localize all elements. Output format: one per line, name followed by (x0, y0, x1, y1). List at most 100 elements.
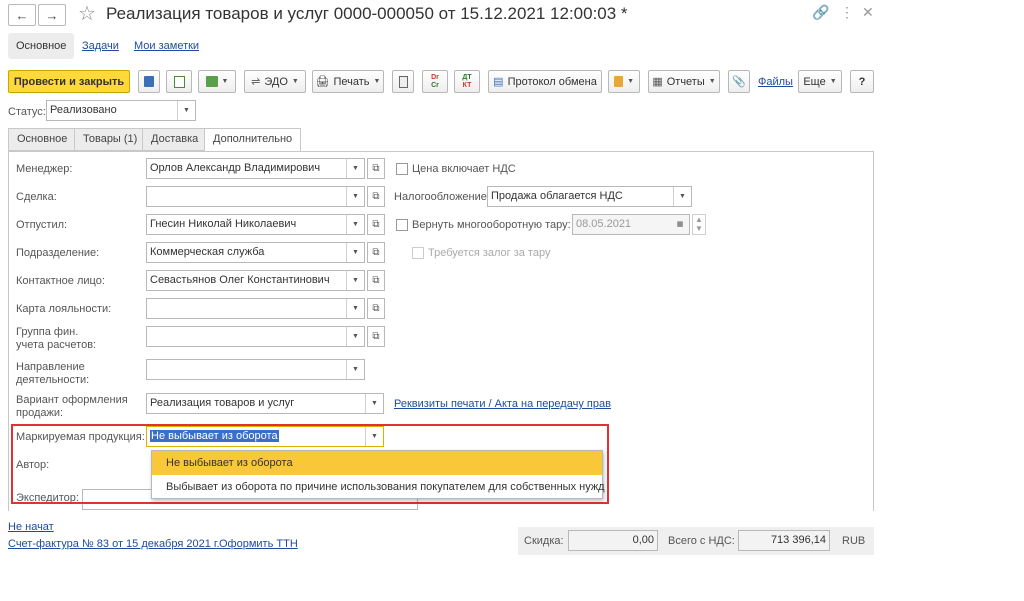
chevron-down-icon: ▼ (365, 394, 383, 413)
taxation-select[interactable]: Продажа облагается НДС ▼ (487, 186, 692, 207)
variant-label-line2: продажи: (16, 407, 64, 419)
calculator-button[interactable] (392, 70, 414, 93)
dt-kt-sub-icon: КТ (462, 81, 472, 89)
deal-input[interactable]: ▼ (146, 186, 365, 207)
vat-included-label: Цена включает НДС (412, 163, 516, 175)
reports-label: Отчеты (666, 75, 705, 88)
vat-included-checkbox[interactable] (396, 163, 408, 175)
calendar-icon: ▦ (676, 221, 684, 228)
direction-label: Направление деятельности: (16, 361, 89, 387)
status-label: Статус: (8, 106, 46, 118)
more-icon[interactable]: ⋮ (840, 4, 854, 21)
tab-doc-additional[interactable]: Дополнительно (204, 128, 302, 152)
tab-main[interactable]: Основное (8, 33, 75, 59)
direction-input[interactable]: ▼ (146, 359, 365, 380)
deposit-label: Требуется залог за тару (428, 247, 551, 259)
print-details-link[interactable]: Реквизиты печати / Акта на передачу прав (394, 398, 611, 410)
deposit-checkbox[interactable] (412, 247, 424, 259)
exchange-icon: ▤ (493, 76, 504, 88)
back-button[interactable]: ← (8, 4, 36, 26)
tab-tasks[interactable]: Задачи (74, 33, 127, 59)
create-based-on-button[interactable]: ▼ (198, 70, 236, 93)
dropdown-option-not-disposed[interactable]: Не выбывает из оборота (152, 451, 602, 475)
attach-button[interactable]: 📎 (728, 70, 750, 93)
reports-button[interactable]: ▦ Отчеты ▼ (648, 70, 720, 93)
report-icon: ▦ (652, 76, 663, 88)
tab-doc-delivery[interactable]: Доставка (142, 128, 208, 151)
contact-open-button[interactable]: ⧉ (367, 270, 385, 291)
files-link[interactable]: Файлы (758, 76, 793, 88)
variant-select[interactable]: Реализация товаров и услуг ▼ (146, 393, 384, 414)
arrow-left-icon: ← (15, 7, 29, 23)
tab-doc-goods[interactable]: Товары (1) (74, 128, 147, 151)
loyalty-label: Карта лояльности: (16, 303, 112, 315)
loyalty-open-button[interactable]: ⧉ (367, 298, 385, 319)
fin-group-input[interactable]: ▼ (146, 326, 365, 347)
paperclip-icon: 📎 (732, 76, 746, 88)
released-input[interactable]: Гнесин Николай Николаевич ▼ (146, 214, 365, 235)
status-value: Реализовано (50, 104, 117, 116)
division-input[interactable]: Коммерческая служба ▼ (146, 242, 365, 263)
link-icon[interactable]: 🔗 (812, 4, 829, 21)
contact-input[interactable]: Севастьянов Олег Константинович ▼ (146, 270, 365, 291)
chevron-down-icon: ▼ (346, 271, 364, 290)
loyalty-input[interactable]: ▼ (146, 298, 365, 319)
variant-label: Вариант оформления продажи: (16, 394, 128, 420)
save-button[interactable] (138, 70, 160, 93)
status-select[interactable]: Реализовано ▼ (46, 100, 196, 121)
division-open-button[interactable]: ⧉ (367, 242, 385, 263)
chevron-down-icon: ▼ (346, 360, 364, 379)
fin-group-label-line1: Группа фин. (16, 326, 79, 338)
dr-cr-report-button[interactable]: Dr Cr (422, 70, 448, 93)
return-tare-date-value: 08.05.2021 (576, 218, 632, 230)
open-icon: ⧉ (372, 219, 380, 230)
direction-label-line1: Направление (16, 361, 85, 373)
tab-doc-main[interactable]: Основное (8, 128, 77, 151)
help-button[interactable]: ? (850, 70, 874, 93)
close-icon[interactable]: ✕ (862, 4, 874, 21)
post-document-icon (173, 75, 185, 88)
return-tare-checkbox[interactable] (396, 219, 408, 231)
variant-label-line1: Вариант оформления (16, 394, 128, 406)
spinner-up-icon: ▲ (695, 215, 703, 224)
chevron-down-icon: ▼ (346, 159, 364, 178)
manager-label: Менеджер: (16, 163, 73, 175)
floppy-disk-icon (144, 76, 154, 87)
edo-button[interactable]: ⇌ ЭДО ▼ (244, 70, 306, 93)
post-button[interactable] (166, 70, 192, 93)
released-value: Гнесин Николай Николаевич (150, 218, 297, 230)
exchange-protocol-button[interactable]: ▤ Протокол обмена (488, 70, 602, 93)
post-and-close-button[interactable]: Провести и закрыть (8, 70, 130, 93)
date-spinner[interactable]: ▲ ▼ (692, 214, 706, 235)
return-tare-date-input[interactable]: 08.05.2021 ▦ (572, 214, 690, 235)
chevron-down-icon: ▼ (221, 78, 229, 85)
chevron-down-icon: ▼ (346, 215, 364, 234)
manager-open-button[interactable]: ⧉ (367, 158, 385, 179)
marked-products-dropdown[interactable]: Не выбывает из оборота Выбывает из оборо… (151, 450, 605, 499)
state-link[interactable]: Не начат (8, 521, 54, 533)
edo-icon: ⇌ (251, 76, 261, 88)
manager-input[interactable]: Орлов Александр Владимирович ▼ (146, 158, 365, 179)
favorite-star-icon[interactable]: ☆ (78, 1, 96, 26)
chevron-down-icon: ▼ (373, 78, 381, 85)
released-open-button[interactable]: ⧉ (367, 214, 385, 235)
dt-kt-icon: ДТ (462, 73, 472, 81)
return-tare-label: Вернуть многооборотную тару: (412, 219, 571, 231)
fin-group-open-button[interactable]: ⧉ (367, 326, 385, 347)
variant-value: Реализация товаров и услуг (150, 397, 295, 409)
structure-button[interactable]: ▼ (608, 70, 640, 93)
print-button[interactable]: 🖨 Печать ▼ (312, 70, 384, 93)
released-label: Отпустил: (16, 219, 68, 231)
dropdown-option-disposed-own-needs[interactable]: Выбывает из оборота по причине использов… (152, 475, 605, 499)
invoice-link[interactable]: Счет-фактура № 83 от 15 декабря 2021 г. (8, 538, 220, 550)
dt-kt-report-button[interactable]: ДТ КТ (454, 70, 480, 93)
more-button[interactable]: Еще ▼ (798, 70, 842, 93)
tab-notes[interactable]: Мои заметки (126, 33, 207, 59)
spinner-down-icon: ▼ (695, 224, 703, 233)
taxation-value: Продажа облагается НДС (491, 190, 623, 202)
open-icon: ⧉ (372, 303, 380, 314)
form-ttn-link[interactable]: Оформить ТТН (219, 538, 298, 550)
chevron-down-icon: ▼ (291, 78, 299, 85)
forward-button[interactable]: → (38, 4, 66, 26)
deal-open-button[interactable]: ⧉ (367, 186, 385, 207)
